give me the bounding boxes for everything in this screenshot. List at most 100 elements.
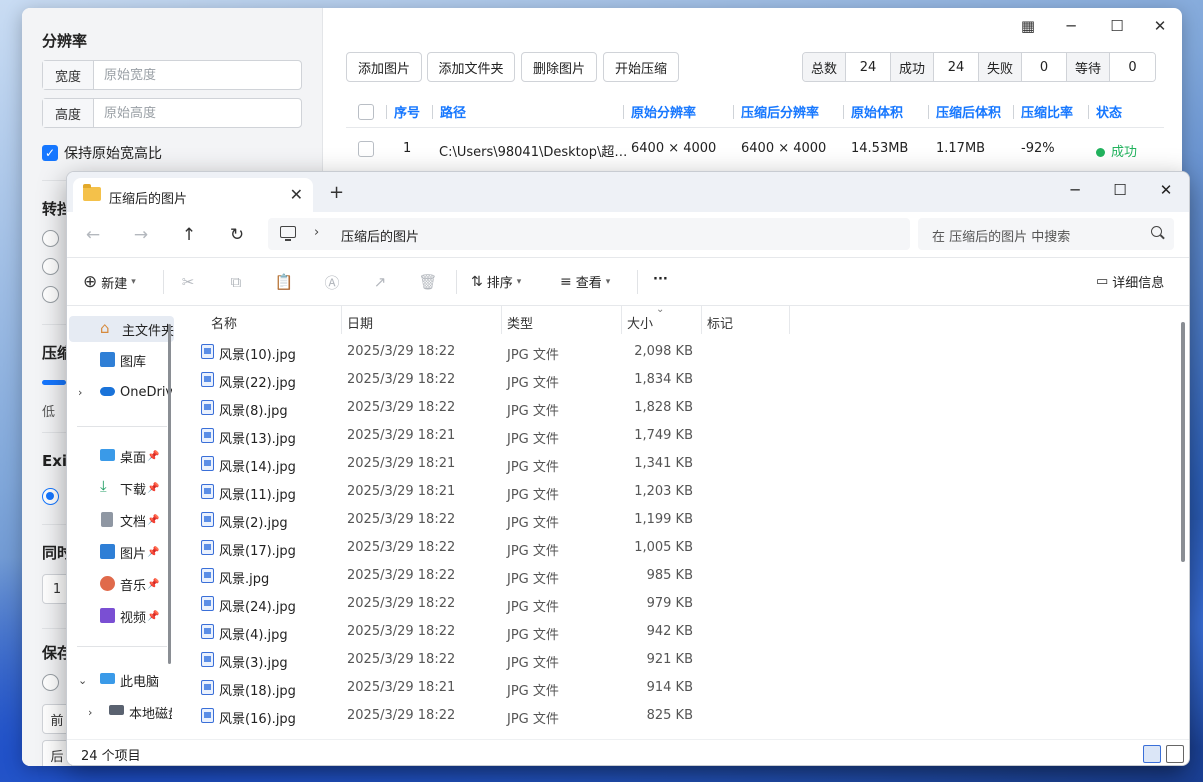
sidebar-item-local-disk[interactable]: › 本地磁盘 — [67, 699, 172, 725]
col-tags[interactable]: 标记 — [707, 313, 733, 332]
file-list-scrollbar[interactable] — [1181, 322, 1185, 562]
start-compress-button[interactable]: 开始压缩 — [603, 52, 679, 82]
col-status[interactable]: 状态 — [1096, 102, 1122, 121]
close-icon[interactable]: ✕ — [1145, 16, 1175, 36]
convert-radio-3[interactable] — [42, 286, 59, 303]
col-new-size[interactable]: 压缩后体积 — [936, 102, 1001, 121]
sidebar-item-this-pc[interactable]: ⌄ 此电脑 — [67, 667, 172, 693]
col-ratio[interactable]: 压缩比率 — [1021, 102, 1073, 121]
col-new-res[interactable]: 压缩后分辨率 — [741, 102, 819, 121]
list-item[interactable]: 风景.jpg 2025/3/29 18:22 JPG 文件 985 KB — [177, 562, 1177, 590]
select-all-checkbox[interactable] — [358, 104, 374, 120]
minimize-icon[interactable]: ─ — [1056, 16, 1086, 36]
chevron-right-icon[interactable]: › — [314, 225, 319, 240]
col-name[interactable]: 名称 — [211, 313, 237, 332]
table-row[interactable]: 1 C:\Users\98041\Desktop\超… 6400 × 4000 … — [346, 132, 1164, 166]
list-item[interactable]: 风景(18).jpg 2025/3/29 18:21 JPG 文件 914 KB — [177, 674, 1177, 702]
search-input[interactable]: 在 压缩后的图片 中搜索 — [918, 218, 1174, 250]
delete-icon[interactable]: 🗑 — [418, 273, 437, 291]
pin-icon: 📌 — [147, 610, 160, 622]
col-date[interactable]: 日期 — [347, 313, 373, 332]
check-icon: ✓ — [42, 145, 58, 161]
add-folder-button[interactable]: 添加文件夹 — [427, 52, 515, 82]
list-item[interactable]: 风景(8).jpg 2025/3/29 18:22 JPG 文件 1,828 KB — [177, 394, 1177, 422]
cut-icon[interactable]: ✂ — [179, 273, 197, 291]
more-button[interactable]: ··· — [653, 272, 668, 287]
minimize-icon[interactable]: ─ — [1060, 180, 1090, 200]
tab-folder[interactable]: 压缩后的图片 ✕ — [73, 178, 313, 212]
row-checkbox[interactable] — [358, 141, 374, 157]
breadcrumb[interactable]: 压缩后的图片 — [341, 226, 419, 245]
maximize-icon[interactable]: ☐ — [1102, 16, 1132, 36]
share-icon[interactable]: ↗ — [371, 273, 389, 291]
paste-icon[interactable]: 📋 — [275, 273, 294, 291]
file-type: JPG 文件 — [507, 460, 559, 475]
sidebar-item-documents[interactable]: 文档 📌 — [67, 507, 172, 533]
view-button[interactable]: ≡ 查看 ▾ — [560, 272, 610, 292]
keep-ratio-checkbox[interactable]: ✓ 保持原始宽高比 — [42, 143, 162, 163]
delete-image-button[interactable]: 删除图片 — [521, 52, 597, 82]
col-type[interactable]: 类型 — [507, 313, 533, 332]
tiles-view-icon[interactable] — [1166, 745, 1184, 763]
maximize-icon[interactable]: ☐ — [1105, 180, 1135, 200]
details-view-icon[interactable] — [1143, 745, 1161, 763]
save-radio[interactable] — [42, 674, 59, 691]
convert-radio-2[interactable] — [42, 258, 59, 275]
list-item[interactable]: 风景(3).jpg 2025/3/29 18:22 JPG 文件 921 KB — [177, 646, 1177, 674]
list-item[interactable]: 风景(17).jpg 2025/3/29 18:22 JPG 文件 1,005 KB — [177, 534, 1177, 562]
col-index[interactable]: 序号 — [394, 102, 420, 121]
list-item[interactable]: 风景(22).jpg 2025/3/29 18:22 JPG 文件 1,834 KB — [177, 366, 1177, 394]
chevron-right-icon[interactable]: › — [78, 386, 82, 399]
convert-radio-1[interactable] — [42, 230, 59, 247]
col-orig-size[interactable]: 原始体积 — [851, 102, 903, 121]
forward-arrow-icon[interactable]: → — [130, 224, 152, 246]
list-item[interactable]: 风景(2).jpg 2025/3/29 18:22 JPG 文件 1,199 KB — [177, 506, 1177, 534]
column-separator — [1088, 105, 1089, 119]
command-bar: ⊕ 新建 ▾ ✂ ⧉ 📋 Ⓐ ↗ 🗑 ⇅ 排序 ▾ ≡ 查看 ▾ ··· ▭ 详… — [67, 258, 1189, 306]
list-item[interactable]: 风景(11).jpg 2025/3/29 18:21 JPG 文件 1,203 KB — [177, 478, 1177, 506]
height-input[interactable] — [94, 105, 301, 121]
sort-button[interactable]: ⇅ 排序 ▾ — [471, 272, 521, 292]
list-item[interactable]: 风景(24).jpg 2025/3/29 18:22 JPG 文件 979 KB — [177, 590, 1177, 618]
refresh-icon[interactable]: ↻ — [226, 224, 248, 246]
tab-close-icon[interactable]: ✕ — [290, 185, 303, 204]
sidebar-scrollbar[interactable] — [168, 324, 171, 664]
back-arrow-icon[interactable]: ← — [82, 224, 104, 246]
sidebar-item-onedrive[interactable]: › OneDrive — [67, 379, 172, 405]
sidebar-item-pictures[interactable]: 图片 📌 — [67, 539, 172, 565]
new-tab-icon[interactable]: + — [329, 182, 344, 203]
col-path[interactable]: 路径 — [440, 102, 466, 121]
list-item[interactable]: 风景(4).jpg 2025/3/29 18:22 JPG 文件 942 KB — [177, 618, 1177, 646]
sidebar-item-music[interactable]: 音乐 📌 — [67, 571, 172, 597]
sidebar-item-gallery[interactable]: 图库 — [67, 347, 172, 373]
chevron-right-icon[interactable]: › — [88, 706, 92, 719]
up-arrow-icon[interactable]: ↑ — [178, 224, 200, 246]
file-type: JPG 文件 — [507, 516, 559, 531]
list-item[interactable]: 风景(14).jpg 2025/3/29 18:21 JPG 文件 1,341 KB — [177, 450, 1177, 478]
new-button[interactable]: ⊕ 新建 ▾ — [83, 272, 136, 292]
col-orig-res[interactable]: 原始分辨率 — [631, 102, 696, 121]
list-item[interactable]: 风景(16).jpg 2025/3/29 18:22 JPG 文件 825 KB — [177, 702, 1177, 730]
copy-icon[interactable]: ⧉ — [227, 273, 245, 291]
exif-radio[interactable] — [42, 488, 59, 505]
file-name: 风景(11).jpg — [219, 488, 296, 503]
file-name: 风景.jpg — [219, 572, 270, 587]
list-item[interactable]: 风景(10).jpg 2025/3/29 18:22 JPG 文件 2,098 KB — [177, 338, 1177, 366]
sidebar-item-home[interactable]: ⌂ 主文件夹 — [69, 316, 174, 342]
list-item[interactable]: 风景(13).jpg 2025/3/29 18:21 JPG 文件 1,749 KB — [177, 422, 1177, 450]
details-button[interactable]: ▭ 详细信息 — [1096, 272, 1164, 291]
col-size[interactable]: 大小 — [627, 313, 653, 332]
rename-icon[interactable]: Ⓐ — [323, 273, 341, 292]
add-image-button[interactable]: 添加图片 — [346, 52, 422, 82]
close-icon[interactable]: ✕ — [1151, 180, 1181, 200]
width-input[interactable] — [94, 67, 301, 83]
file-name: 风景(4).jpg — [219, 628, 288, 643]
address-bar[interactable]: › 压缩后的图片 — [268, 218, 910, 250]
sidebar-item-videos[interactable]: 视频 📌 — [67, 603, 172, 629]
sidebar-item-desktop[interactable]: 桌面 📌 — [67, 443, 172, 469]
grid-icon[interactable]: ▦ — [1013, 16, 1043, 36]
file-date: 2025/3/29 18:22 — [347, 708, 456, 723]
chevron-down-icon[interactable]: ⌄ — [78, 674, 87, 687]
sidebar-item-downloads[interactable]: ⤓ 下载 📌 — [67, 475, 172, 501]
quality-slider[interactable] — [42, 380, 66, 385]
